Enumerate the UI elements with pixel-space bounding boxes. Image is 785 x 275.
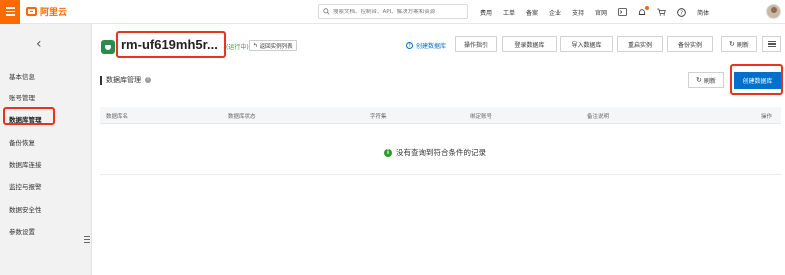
- column-db-status: 数据库状态: [228, 114, 256, 120]
- list-layout-icon[interactable]: [762, 36, 781, 52]
- back-arrow-icon: ↰: [253, 42, 258, 49]
- aliyun-logo[interactable]: 阿里云: [26, 5, 67, 18]
- refresh-button[interactable]: ↻ 刷新: [688, 72, 724, 88]
- login-db-button[interactable]: 登录数据库: [502, 36, 557, 52]
- back-to-list-button[interactable]: ↰ 返回实例列表: [249, 40, 297, 51]
- column-db-name: 数据库名: [106, 114, 129, 120]
- rds-instance-icon: [101, 40, 115, 54]
- language-switch[interactable]: 简体: [697, 8, 709, 17]
- info-icon: i: [384, 148, 392, 157]
- top-navbar: 阿里云 费用 工单 备案 企业 支持 官网 ? 简体: [0, 0, 785, 24]
- highlight-box-instance-name: [116, 31, 226, 58]
- header-refresh-label: 刷新: [736, 41, 749, 49]
- backup-instance-button[interactable]: 备份实例: [667, 36, 713, 52]
- guide-button[interactable]: 操作指引: [455, 36, 497, 52]
- help-link-label: 创建数据库: [416, 43, 447, 50]
- empty-state: i 没有查询到符合条件的记录: [384, 147, 486, 158]
- top-nav-links: 费用 工单 备案 企业 支持 官网 ? 简体: [480, 0, 720, 24]
- header-refresh-button[interactable]: ↻ 刷新: [721, 36, 757, 52]
- restart-instance-button[interactable]: 重启实例: [617, 36, 663, 52]
- help-icon[interactable]: ?: [677, 7, 686, 17]
- terminal-icon[interactable]: [618, 8, 628, 16]
- refresh-icon: ↻: [729, 40, 735, 48]
- logo-text: 阿里云: [40, 8, 68, 18]
- column-actions: 操作: [761, 114, 773, 120]
- column-remarks: 备注说明: [587, 114, 610, 120]
- global-search[interactable]: [318, 4, 468, 19]
- sidebar-item-parameters[interactable]: 参数设置: [9, 226, 35, 236]
- aliyun-logo-icon: [26, 7, 37, 16]
- column-charset: 字符集: [370, 114, 387, 120]
- highlight-box-sidebar: [3, 107, 55, 125]
- sidebar-item-basic-info[interactable]: 基本信息: [9, 71, 35, 81]
- nav-link-icp[interactable]: 备案: [526, 8, 538, 17]
- backup-label: 备份实例: [677, 41, 702, 49]
- svg-text:?: ?: [680, 10, 683, 16]
- sidebar-item-db-connection[interactable]: 数据库连接: [9, 159, 42, 169]
- refresh-label: 刷新: [703, 77, 716, 85]
- section-title-text: 数据库管理: [106, 76, 141, 84]
- highlight-box-create-button: [730, 64, 783, 95]
- create-db-help-link[interactable]: ? 创建数据库: [406, 41, 446, 50]
- table-header: 数据库名 数据库状态 字符集 绑定账号 备注说明 操作: [100, 107, 781, 124]
- sidebar-item-backup-restore[interactable]: 备份恢复: [9, 137, 35, 147]
- question-circle-icon: ?: [406, 42, 413, 49]
- empty-state-text: 没有查询到符合条件的记录: [396, 148, 486, 157]
- back-to-list-label: 返回实例列表: [259, 43, 293, 50]
- hamburger-menu-icon[interactable]: [0, 0, 20, 24]
- sidebar-item-accounts[interactable]: 账号管理: [9, 92, 35, 102]
- nav-link-fees[interactable]: 费用: [480, 8, 492, 17]
- back-chevron-icon[interactable]: ‹: [36, 36, 42, 52]
- user-avatar[interactable]: [766, 4, 781, 19]
- restart-label: 重启实例: [627, 41, 652, 49]
- column-bound-account: 绑定账号: [470, 114, 493, 120]
- search-input[interactable]: [333, 8, 463, 15]
- sidebar: ‹ 基本信息 账号管理 数据库管理 备份恢复 数据库连接 监控与报警 数据安全性…: [0, 24, 92, 275]
- nav-link-tickets[interactable]: 工单: [503, 8, 515, 17]
- instance-status: (运行中): [226, 44, 249, 51]
- guide-label: 操作指引: [463, 41, 488, 49]
- nav-link-website[interactable]: 官网: [595, 8, 607, 17]
- nav-link-enterprise[interactable]: 企业: [549, 8, 561, 17]
- collapse-sidebar-icon[interactable]: [84, 236, 90, 243]
- sidebar-item-monitoring[interactable]: 监控与报警: [9, 181, 42, 191]
- bell-icon[interactable]: [638, 5, 650, 17]
- search-icon: [323, 8, 330, 15]
- import-db-button[interactable]: 导入数据库: [560, 36, 613, 52]
- login-db-label: 登录数据库: [514, 41, 545, 49]
- sidebar-item-data-security[interactable]: 数据安全性: [9, 204, 42, 214]
- import-db-label: 导入数据库: [571, 41, 602, 49]
- table-divider: [100, 174, 781, 175]
- refresh-icon: ↻: [696, 76, 702, 84]
- nav-link-support[interactable]: 支持: [572, 8, 584, 17]
- section-help-icon[interactable]: ?: [145, 77, 151, 83]
- cart-icon[interactable]: [657, 8, 666, 16]
- section-title: 数据库管理 ?: [100, 75, 151, 85]
- notification-dot: [645, 5, 650, 10]
